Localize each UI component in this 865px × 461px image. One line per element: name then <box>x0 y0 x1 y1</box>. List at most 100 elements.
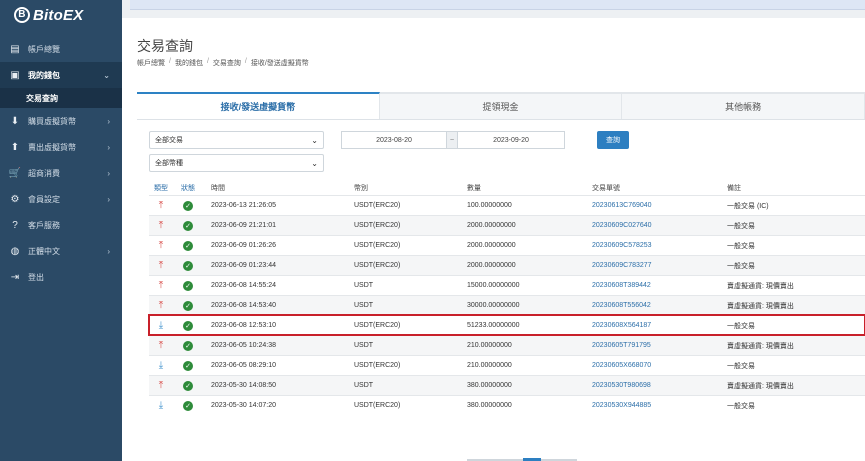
send-icon: ⤒ <box>158 219 164 231</box>
cell-tx-id: 20230605T791795 <box>592 342 727 349</box>
header-amount: 數量 <box>467 185 481 192</box>
logo-text: BitoEX <box>33 6 84 24</box>
cell-coin: USDT(ERC20) <box>354 242 401 249</box>
cell-tx-id: 20230608T556042 <box>592 302 727 309</box>
breadcrumb-item-wallet[interactable]: 我的錢包 <box>175 58 203 68</box>
cell-type: ⤓ <box>149 360 173 371</box>
cell-amount: 100.00000000 <box>467 202 512 209</box>
tx-id-link[interactable]: 20230605X668070 <box>592 362 651 369</box>
trade-type-value: 全部交易 <box>155 137 183 144</box>
breadcrumb-item-current: 接收/發送虛擬貨幣 <box>250 60 309 67</box>
tx-id-link[interactable]: 20230530X944885 <box>592 402 651 409</box>
cell-time: 2023-06-09 01:26:26 <box>211 242 276 249</box>
tx-id-link[interactable]: 20230609C578253 <box>592 242 652 249</box>
sidebar-item-3[interactable]: ⬆ 賣出虛擬貨幣 › <box>0 134 122 160</box>
coin-type-select[interactable]: 全部幣種 ⌄ <box>149 154 324 172</box>
date-from-input[interactable]: 2023-08-20 <box>341 131 447 149</box>
cell-type: ⤒ <box>149 340 173 351</box>
sidebar-item-2[interactable]: ⬇ 購買虛擬貨幣 › <box>0 108 122 134</box>
cell-amount: 51233.00000000 <box>467 322 520 329</box>
chevron-down-icon: ⌄ <box>311 135 318 145</box>
cell-note: 一般交易 <box>727 242 755 250</box>
cell-note: 賣虛擬通貨: 現價賣出 <box>727 282 794 290</box>
tx-id-link[interactable]: 20230613C769040 <box>592 202 652 209</box>
cell-coin: USDT(ERC20) <box>354 402 401 409</box>
tx-id-link[interactable]: 20230605T791795 <box>592 342 651 349</box>
check-circle-icon: ✓ <box>183 240 193 251</box>
cell-type: ⤓ <box>149 399 173 411</box>
cell-amount: 2000.00000000 <box>467 242 516 249</box>
cell-coin: USDT(ERC20) <box>354 262 401 269</box>
table-row: ⤒ ✓ 2023-06-09 01:26:26 USDT(ERC20) 2000.000… <box>149 235 865 255</box>
cell-time: 2023-05-30 14:07:20 <box>211 402 276 409</box>
cell-time: 2023-06-08 12:53:10 <box>211 322 276 329</box>
cell-amount: 380.00000000 <box>467 402 512 409</box>
cell-time: 2023-06-05 10:24:38 <box>211 342 276 349</box>
receive-icon: ⤓ <box>158 399 164 411</box>
tab-cash-withdrawal[interactable]: 提領現金 <box>379 92 623 119</box>
cell-status: ✓ <box>173 340 203 351</box>
tx-id-link[interactable]: 20230609C027640 <box>592 222 652 229</box>
cell-amount: 2000.00000000 <box>467 222 516 229</box>
cell-type: ⤒ <box>149 260 173 271</box>
cell-note: 一般交易 <box>727 362 755 370</box>
sidebar-item-label: 客戶服務 <box>28 220 60 230</box>
check-circle-icon: ✓ <box>183 320 193 331</box>
globe-icon: ◍ <box>10 245 20 257</box>
cell-status: ✓ <box>173 320 203 331</box>
trade-type-select[interactable]: 全部交易 ⌄ <box>149 131 324 149</box>
table-row: ⤒ ✓ 2023-05-30 14:08:50 USDT 380.00000000 202… <box>149 375 865 395</box>
cell-time: 2023-06-09 21:21:01 <box>211 222 276 229</box>
sidebar-item-8[interactable]: ⇥ 登出 <box>0 264 122 290</box>
sidebar-item-6[interactable]: ? 客戶服務 <box>0 212 122 238</box>
cell-coin: USDT(ERC20) <box>354 222 401 229</box>
cell-status: ✓ <box>173 380 203 391</box>
sidebar-item-5[interactable]: ⚙ 會員設定 › <box>0 186 122 212</box>
cell-note: 賣虛擬通貨: 現價賣出 <box>727 302 794 310</box>
tab-other-accounts[interactable]: 其他帳務 <box>622 92 865 119</box>
tx-id-link[interactable]: 20230608T389442 <box>592 282 651 289</box>
sidebar-item-4[interactable]: 🛒 超商消費 › <box>0 160 122 186</box>
logo[interactable]: B BitoEX <box>0 0 122 30</box>
tx-id-link[interactable]: 20230530T980698 <box>592 382 651 389</box>
chevron-icon: › <box>107 194 110 204</box>
cell-type: ⤒ <box>149 299 173 311</box>
cell-amount: 2000.00000000 <box>467 262 516 269</box>
send-icon: ⤒ <box>158 299 164 311</box>
date-to-input[interactable]: 2023-09-20 <box>457 131 565 149</box>
tab-bar: 接收/發送虛擬貨幣 提領現金 其他帳務 <box>137 92 865 120</box>
cart-icon: 🛒 <box>8 167 22 179</box>
help-icon: ? <box>12 219 18 231</box>
table-row: ⤒ ✓ 2023-06-08 14:55:24 USDT 15000.00000000 2… <box>149 275 865 295</box>
cell-tx-id: 20230609C783277 <box>592 262 727 269</box>
chevron-icon: › <box>107 142 110 152</box>
cell-amount: 380.00000000 <box>467 382 512 389</box>
cell-time: 2023-06-08 14:53:40 <box>211 302 276 309</box>
cell-tx-id: 20230608X564187 <box>592 322 727 329</box>
cell-type: ⤒ <box>149 380 173 391</box>
cell-amount: 210.00000000 <box>467 342 512 349</box>
cell-coin: USDT(ERC20) <box>354 202 401 209</box>
breadcrumb-item-query[interactable]: 交易查詢 <box>213 58 241 68</box>
cell-time: 2023-06-05 08:29:10 <box>211 362 276 369</box>
tx-id-link[interactable]: 20230608X564187 <box>592 322 651 329</box>
cell-time: 2023-06-08 14:55:24 <box>211 282 276 289</box>
sidebar-item-label: 正體中文 <box>28 246 60 256</box>
sidebar-item-label: 賣出虛擬貨幣 <box>28 142 76 152</box>
tx-id-link[interactable]: 20230609C783277 <box>592 262 652 269</box>
tab-crypto-transfer[interactable]: 接收/發送虛擬貨幣 <box>137 92 380 119</box>
wallet-icon: ▣ <box>10 69 20 81</box>
cell-status: ✓ <box>173 360 203 371</box>
breadcrumb-item-overview[interactable]: 帳戶總覽 <box>137 58 165 68</box>
sidebar-item-1[interactable]: ▣ 我的錢包 ⌄ <box>0 62 122 88</box>
query-button[interactable]: 查詢 <box>597 131 629 149</box>
check-circle-icon: ✓ <box>183 280 193 291</box>
sidebar-item-0[interactable]: ▤ 帳戶總覽 <box>0 36 122 62</box>
tx-id-link[interactable]: 20230608T556042 <box>592 302 651 309</box>
header-tx-id: 交易單號 <box>592 185 620 192</box>
sidebar: B BitoEX ▤ 帳戶總覽 ▣ 我的錢包 ⌄ 交易查詢 ⬇ 購買虛擬貨幣 › ⬆ 賣出虛擬貨幣 ›… <box>0 0 122 461</box>
sidebar-item-7[interactable]: ◍ 正體中文 › <box>0 238 122 264</box>
transactions-table: 類型 狀態 時間 幣別 數量 交易單號 備註 ⤒ ✓ 2023-06-13 21:2… <box>148 181 865 415</box>
sidebar-subitem-transaction-query[interactable]: 交易查詢 <box>0 88 122 108</box>
send-icon: ⤒ <box>158 239 164 251</box>
